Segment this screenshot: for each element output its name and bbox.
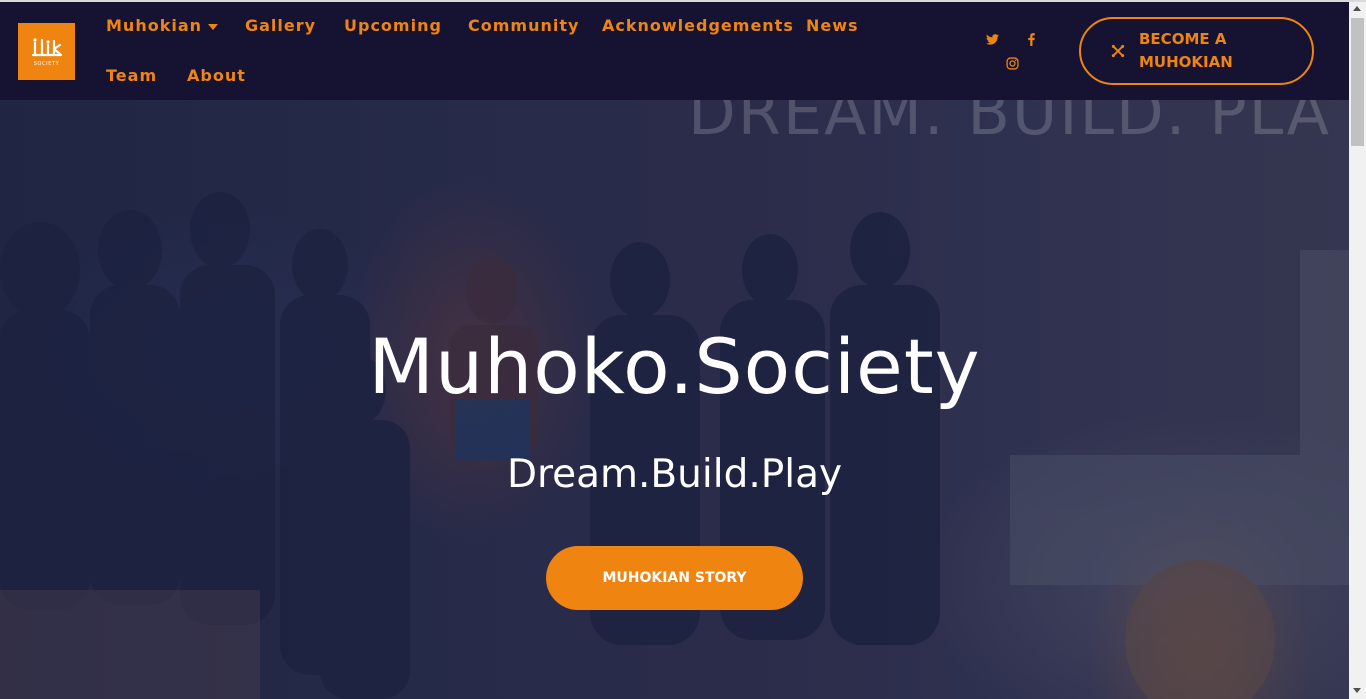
joomla-icon xyxy=(1111,44,1125,58)
nav-item-acknowledgements[interactable]: Acknowledgements xyxy=(602,16,794,35)
muhokian-story-button[interactable]: MUHOKIAN STORY xyxy=(546,546,803,610)
nav-item-community[interactable]: Community xyxy=(468,16,579,35)
nav-item-gallery[interactable]: Gallery xyxy=(245,16,316,35)
scroll-down-arrow-icon[interactable] xyxy=(1353,688,1361,693)
hero-title: Muhoko.Society xyxy=(368,322,981,411)
nav-item-label: Muhokian xyxy=(106,16,203,35)
caret-down-icon xyxy=(208,23,219,30)
site-header: SOCIETY Muhokian Gallery Upcoming Commun… xyxy=(0,2,1349,100)
nav-item-upcoming[interactable]: Upcoming xyxy=(344,16,442,35)
logo-text: SOCIETY xyxy=(33,60,60,67)
logo-mark-icon xyxy=(31,37,62,56)
page-scrollbar[interactable] xyxy=(1349,2,1366,699)
nav-item-muhokian[interactable]: Muhokian xyxy=(106,16,219,35)
scrollbar-thumb[interactable] xyxy=(1351,18,1364,146)
scroll-up-arrow-icon[interactable] xyxy=(1353,6,1361,11)
cta-label: BECOME A MUHOKIAN xyxy=(1139,30,1233,71)
nav-item-about[interactable]: About xyxy=(187,66,246,85)
twitter-icon[interactable] xyxy=(986,34,999,45)
become-muhokian-button[interactable]: BECOME A MUHOKIAN xyxy=(1079,17,1314,85)
instagram-icon[interactable] xyxy=(1006,57,1019,70)
hero-subtitle: Dream.Build.Play xyxy=(506,452,843,497)
hero-section: DREAM. BUILD. PLA Muhoko.Society Dream.B… xyxy=(0,100,1349,699)
nav-item-news[interactable]: News xyxy=(806,16,859,35)
site-logo[interactable]: SOCIETY xyxy=(18,23,75,80)
facebook-icon[interactable] xyxy=(1028,33,1035,46)
nav-item-team[interactable]: Team xyxy=(106,66,157,85)
